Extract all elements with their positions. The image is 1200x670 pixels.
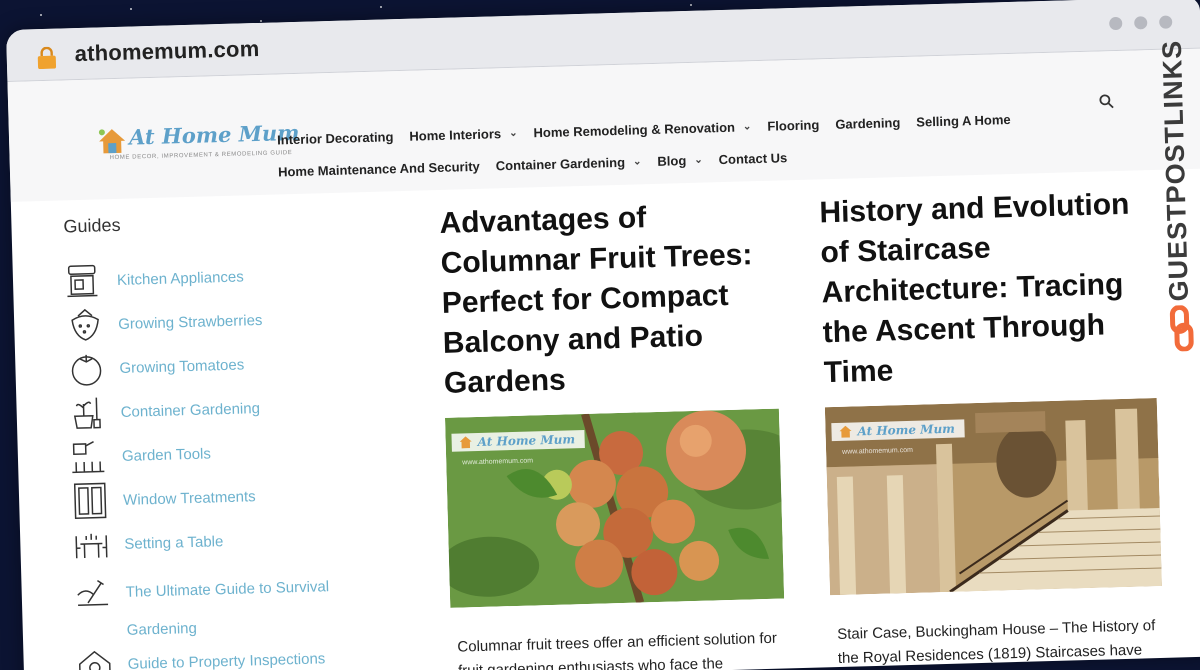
chevron-down-icon: ⌄: [694, 154, 703, 166]
guides-sidebar: Guides Kitchen Appliances Growing Strawb…: [63, 207, 406, 670]
article-image-columnar-fruit-trees[interactable]: At Home Mum www.athomemum.com: [445, 408, 785, 608]
sidebar-title: Guides: [63, 214, 121, 237]
watermark-text: GUESTPOSTLINKS: [1156, 39, 1195, 302]
strawberry-icon: [71, 308, 99, 341]
house-logo-icon: [98, 129, 126, 154]
url-text[interactable]: athomemum.com: [74, 36, 259, 67]
nav-flooring[interactable]: Flooring: [767, 117, 819, 133]
logo-title: At Home Mum: [128, 119, 300, 150]
kitchen-appliance-icon: [67, 264, 98, 298]
logo-subtitle: HOME DECOR, IMPROVEMENT & REMODELING GUI…: [109, 150, 293, 162]
window-icon: [73, 482, 107, 520]
plant-pot-icon: [73, 397, 101, 429]
nav-blog[interactable]: Blog ⌄: [657, 153, 703, 169]
nav-contact-us[interactable]: Contact Us: [718, 150, 787, 167]
nav-gardening[interactable]: Gardening: [835, 115, 900, 132]
nav-selling-a-home[interactable]: Selling A Home: [916, 112, 1011, 130]
house-inspection-icon: [78, 650, 111, 670]
article-excerpt: Columnar fruit trees offer an efficient …: [457, 629, 778, 670]
window-dot[interactable]: [1109, 16, 1123, 31]
guestpostlinks-watermark: GUESTPOSTLINKS: [1155, 39, 1200, 354]
guide-link[interactable]: The Ultimate Guide to Survival Gardening: [73, 558, 405, 643]
main-nav-row-2: Home Maintenance And Security Container …: [278, 150, 788, 179]
chevron-down-icon: ⌄: [508, 127, 518, 139]
survival-garden-icon: [77, 580, 109, 606]
nav-home-maintenance[interactable]: Home Maintenance And Security: [278, 159, 480, 180]
link-chain-icon: [1169, 304, 1194, 352]
watering-can-icon: [72, 441, 105, 474]
search-icon[interactable]: [1098, 93, 1114, 109]
site-logo[interactable]: At Home Mum HOME DECOR, IMPROVEMENT & RE…: [89, 117, 300, 172]
tomato-icon: [71, 354, 102, 386]
image-watermark-logo: At Home Mum: [831, 419, 966, 442]
window-dot[interactable]: [1159, 15, 1173, 29]
main-nav-row-1: Interior Decorating Home Interiors ⌄ Home…: [277, 112, 1011, 147]
chevron-down-icon: ⌄: [742, 121, 752, 133]
browser-window: athomemum.com At Home Mum HOME DECOR, IM…: [6, 0, 1200, 670]
window-controls: [1109, 15, 1173, 31]
nav-home-remodeling[interactable]: Home Remodeling & Renovation ⌄: [533, 119, 752, 141]
nav-container-gardening[interactable]: Container Gardening ⌄: [496, 154, 642, 174]
article-image-staircase[interactable]: At Home Mum www.athomemum.com: [824, 398, 1162, 596]
lock-icon: [37, 46, 57, 70]
nav-interior-decorating[interactable]: Interior Decorating: [277, 129, 394, 147]
article-title[interactable]: Advantages of Columnar Fruit Trees: Perf…: [439, 194, 789, 404]
chevron-down-icon: ⌄: [632, 156, 642, 168]
nav-home-interiors[interactable]: Home Interiors ⌄: [409, 126, 518, 144]
article-card: Advantages of Columnar Fruit Trees: Perf…: [439, 194, 797, 670]
dining-table-icon: [75, 533, 108, 559]
article-card: History and Evolution of Staircase Archi…: [819, 184, 1178, 670]
image-watermark-logo: At Home Mum: [451, 429, 586, 452]
window-dot[interactable]: [1134, 16, 1148, 30]
article-title[interactable]: History and Evolution of Staircase Archi…: [819, 184, 1169, 394]
